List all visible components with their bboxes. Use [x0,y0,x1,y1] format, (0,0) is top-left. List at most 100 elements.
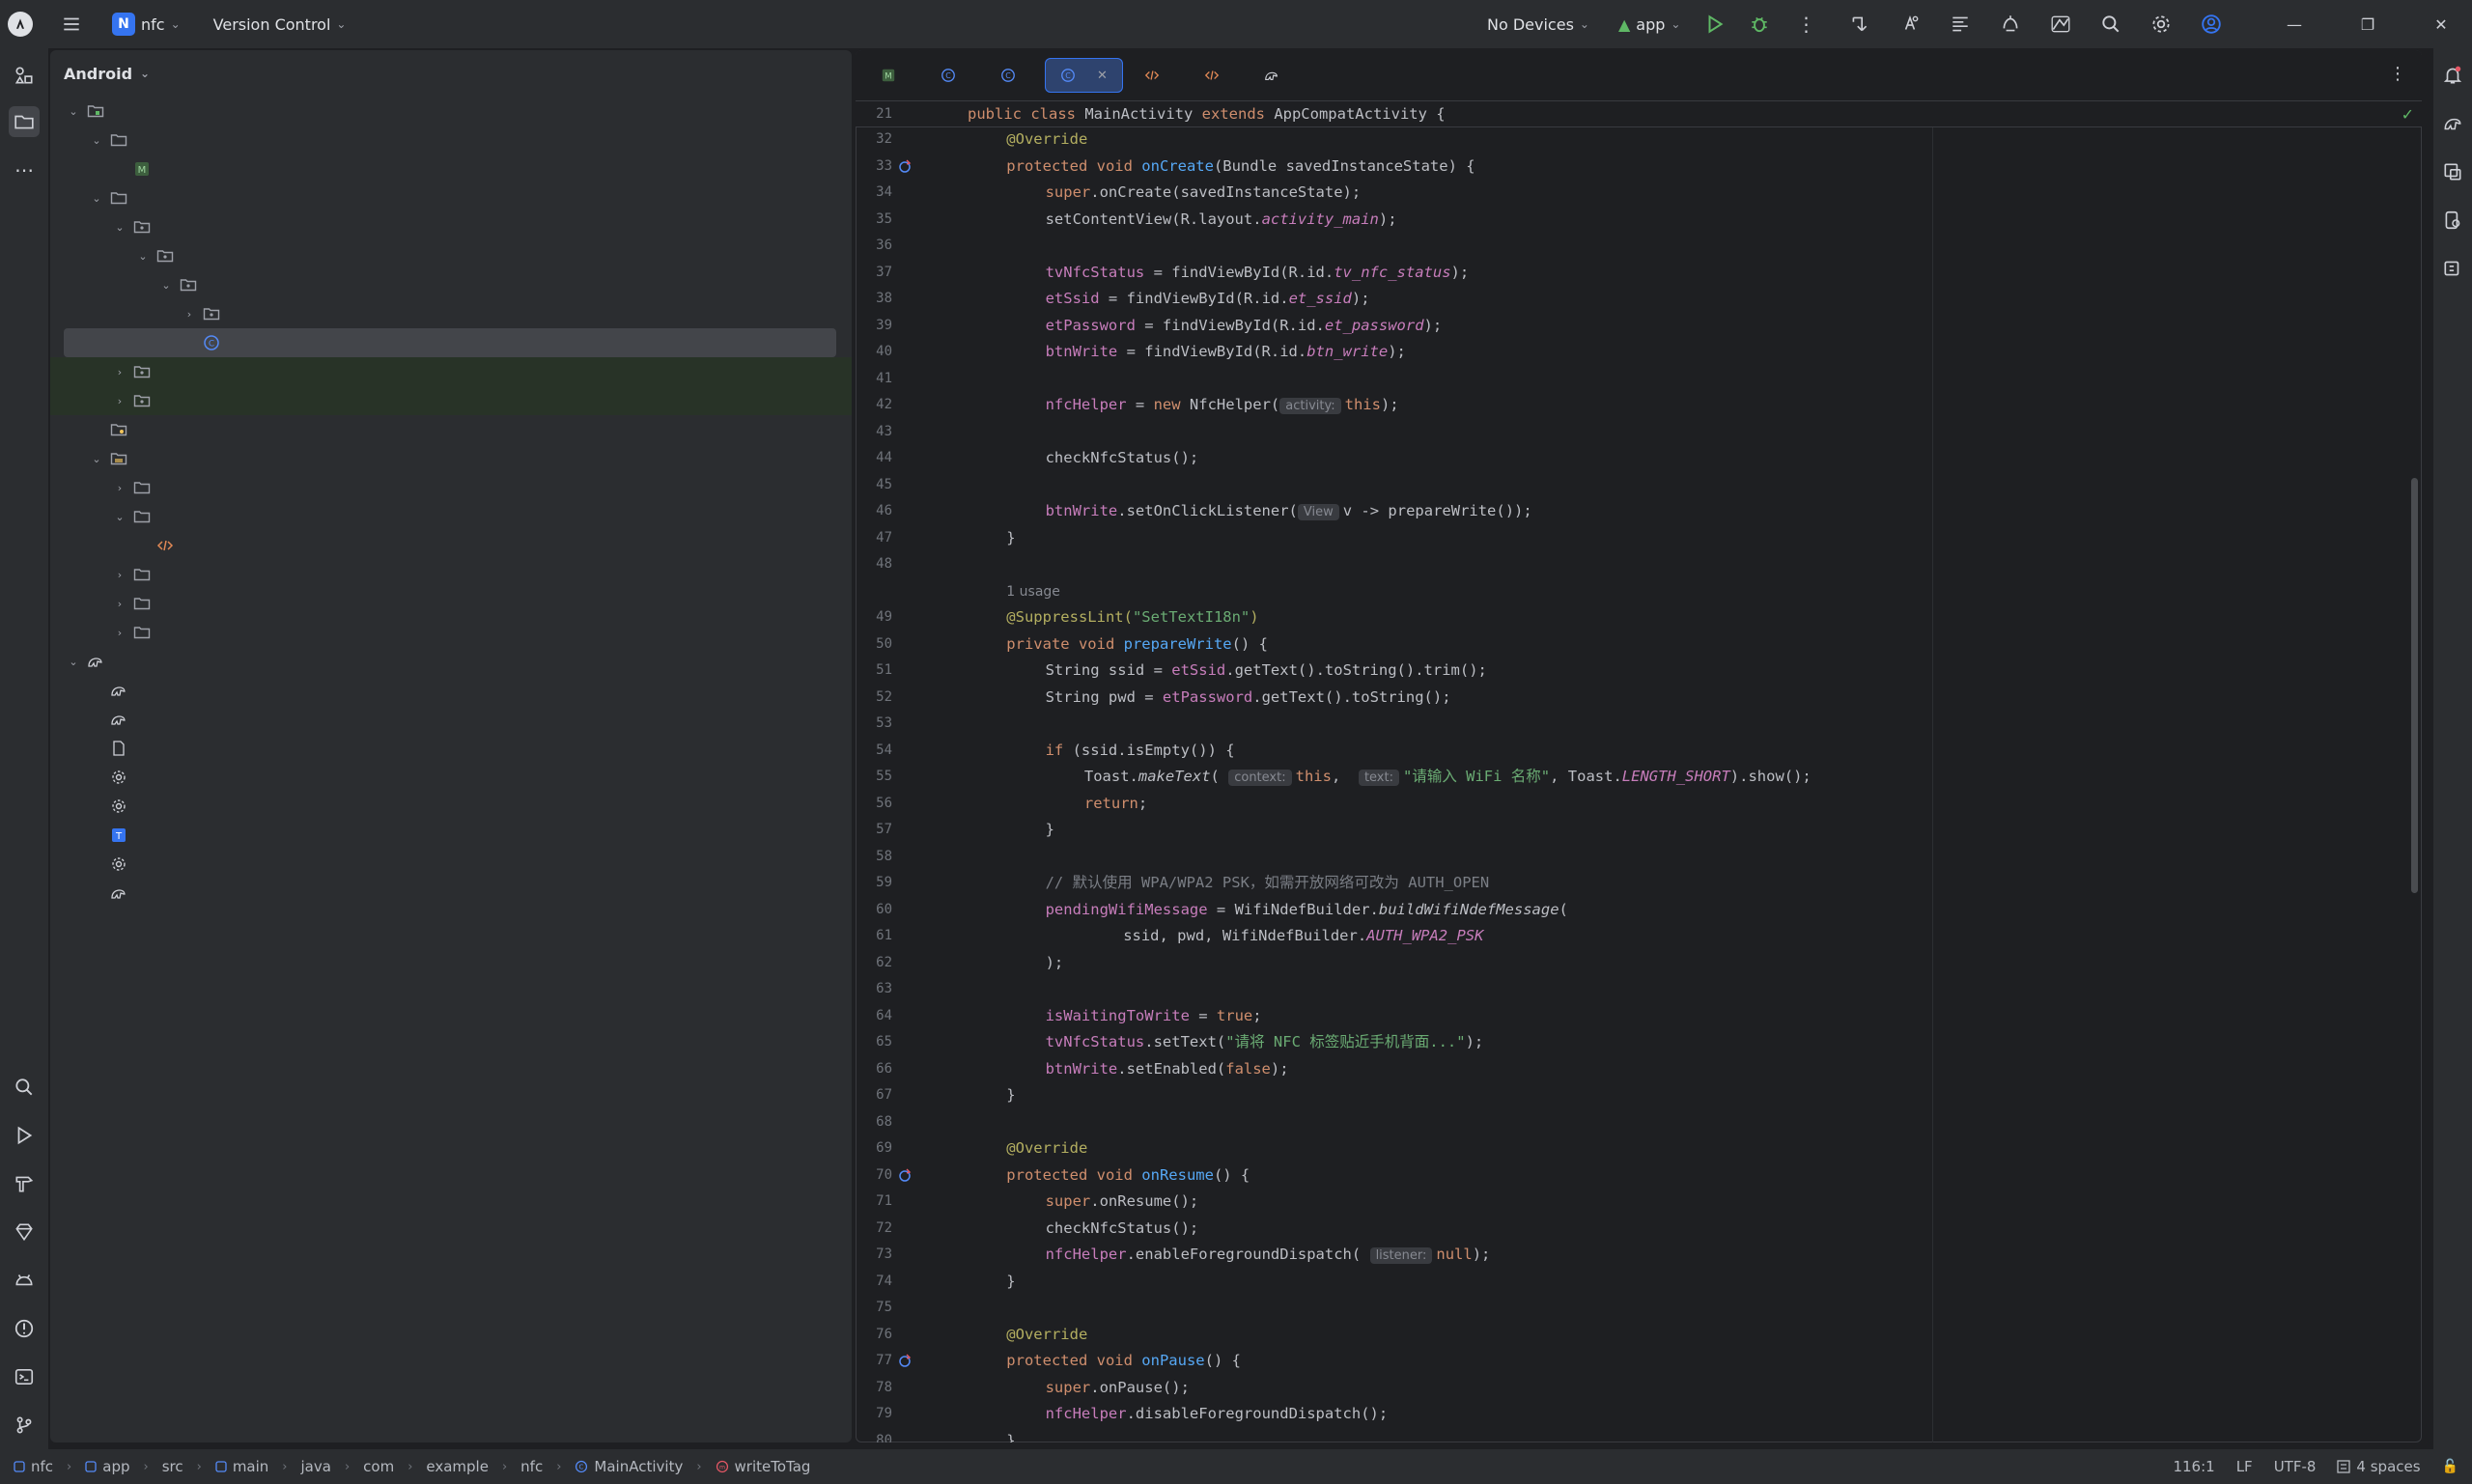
chevron-right-icon[interactable]: › [112,598,127,610]
tree-node-com[interactable]: › [50,357,852,386]
line-number[interactable]: 39 [856,313,892,340]
no-problems-check-icon[interactable]: ✓ [2402,105,2414,124]
tree-node-utils[interactable]: › [50,299,852,328]
debug-button[interactable] [1744,9,1775,40]
chevron-right-icon[interactable]: › [182,308,197,321]
line-number[interactable]: 53 [856,711,892,738]
line-number[interactable]: 62 [856,950,892,977]
read-write-lock-icon[interactable]: 🔓 [2442,1459,2458,1474]
indent-setting[interactable]: 4 spaces [2337,1458,2421,1475]
chevron-right-icon[interactable]: › [112,627,127,639]
line-number[interactable]: 42 [856,392,892,419]
editor-code-area[interactable]: ✓ 21 public class MainActivity extends Ap… [856,101,2422,1442]
line-number[interactable]: 76 [856,1322,892,1349]
chevron-right-icon[interactable]: › [112,482,127,494]
run-tool-icon[interactable] [9,1120,40,1151]
chevron-right-icon[interactable]: › [112,366,127,378]
line-number[interactable]: 75 [856,1295,892,1322]
tree-node-settings-gradle[interactable] [50,879,852,908]
account-icon[interactable] [2196,9,2227,40]
line-number[interactable]: 71 [856,1189,892,1216]
run-config-selector[interactable]: ▲ app ⌄ [1618,15,1681,34]
build-hammer-icon[interactable] [9,1168,40,1199]
line-number[interactable]: 66 [856,1056,892,1083]
breadcrumb-item[interactable]: java [301,1458,331,1475]
file-encoding[interactable]: UTF-8 [2274,1458,2317,1475]
problems-warning-icon[interactable] [9,1313,40,1344]
line-number[interactable]: 45 [856,472,892,499]
line-number[interactable]: 46 [856,498,892,525]
override-method-gutter-icon[interactable] [898,159,912,173]
tab-mainactivity-java[interactable]: C ✕ [1045,58,1123,93]
line-number[interactable]: 44 [856,445,892,472]
chevron-down-icon[interactable]: ⌄ [135,250,151,263]
chevron-down-icon[interactable]: ⌄ [66,105,81,118]
breadcrumb-item[interactable]: main [215,1458,268,1475]
line-number[interactable]: 78 [856,1375,892,1402]
tree-node-com[interactable]: ⌄ [50,212,852,241]
line-number[interactable]: 79 [856,1401,892,1428]
line-number[interactable]: 43 [856,419,892,446]
line-number[interactable]: 47 [856,525,892,552]
tree-node-example[interactable]: ⌄ [50,241,852,270]
resource-manager-icon[interactable] [9,60,40,91]
breadcrumb-item[interactable]: C MainActivity [575,1458,683,1475]
line-number[interactable]: 72 [856,1216,892,1243]
sticky-lines-header[interactable]: ✓ 21 public class MainActivity extends Ap… [856,101,2422,127]
tab-list-more-icon[interactable]: ⋮ [2389,64,2406,84]
tree-node-mipmap[interactable]: › [50,560,852,589]
tab-activity-main-xml[interactable] [1129,58,1183,93]
close-window-icon[interactable]: ✕ [2422,15,2460,34]
run-button[interactable] [1700,9,1730,40]
tab-wifindefbuilder-java[interactable]: C [985,58,1039,93]
line-number[interactable]: 34 [856,180,892,207]
line-number[interactable]: 58 [856,844,892,871]
chevron-right-icon[interactable]: › [112,569,127,581]
tree-node-manifests[interactable]: ⌄ [50,126,852,154]
line-number[interactable]: 65 [856,1029,892,1056]
line-number[interactable]: 67 [856,1082,892,1109]
main-menu-icon[interactable] [56,9,87,40]
line-number[interactable]: 32 [856,126,892,154]
git-branch-icon[interactable] [9,1410,40,1441]
vcs-selector[interactable]: Version Control ⌄ [213,15,347,34]
notifications-bell-icon[interactable] [2437,60,2468,91]
line-number[interactable]: 73 [856,1242,892,1269]
tree-node-build-gradle[interactable] [50,705,852,734]
tree-node-gradle-scripts[interactable]: ⌄ [50,647,852,676]
more-tool-windows-icon[interactable]: ⋯ [9,154,40,185]
line-number[interactable]: 68 [856,1109,892,1136]
chevron-down-icon[interactable]: ⌄ [158,279,174,292]
tree-node-app[interactable]: ⌄ [50,97,852,126]
tab-nfchelper-java[interactable]: C [925,58,979,93]
tree-node-layout[interactable]: ⌄ [50,502,852,531]
line-number[interactable]: 55 [856,764,892,791]
tree-node-com[interactable]: › [50,386,852,415]
tree-node-kotlin-java[interactable]: ⌄ [50,183,852,212]
line-number[interactable]: 49 [856,604,892,631]
profiler-icon[interactable] [1995,9,2026,40]
layout-inspector-icon[interactable] [1945,9,1976,40]
line-number[interactable]: 41 [856,366,892,393]
override-method-gutter-icon[interactable] [898,1168,912,1182]
tree-node-java[interactable] [50,415,852,444]
tree-node-nfc[interactable]: ⌄ [50,270,852,299]
app-inspection-icon[interactable] [2045,9,2076,40]
breadcrumb-item[interactable]: src [162,1458,183,1475]
tree-node-proguard-rules-pro[interactable] [50,734,852,763]
line-number[interactable]: 64 [856,1003,892,1030]
device-manager-icon[interactable] [1895,9,1925,40]
tree-node-res[interactable]: ⌄ [50,444,852,473]
line-number[interactable]: 33 [856,154,892,181]
device-mirroring-icon[interactable] [2437,156,2468,187]
tree-node-build-gradle[interactable] [50,676,852,705]
chevron-down-icon[interactable]: ⌄ [112,511,127,523]
line-separator[interactable]: LF [2236,1458,2253,1475]
tree-node-mainactivity[interactable]: C [50,328,852,357]
breadcrumb-item[interactable]: m writeToTag [716,1458,810,1475]
line-number[interactable]: 63 [856,976,892,1003]
search-icon[interactable] [2095,9,2126,40]
project-folder-icon[interactable] [9,106,40,137]
tree-node-activity-main-xml[interactable] [50,531,852,560]
tree-node-libs-versions-toml[interactable]: T [50,821,852,850]
